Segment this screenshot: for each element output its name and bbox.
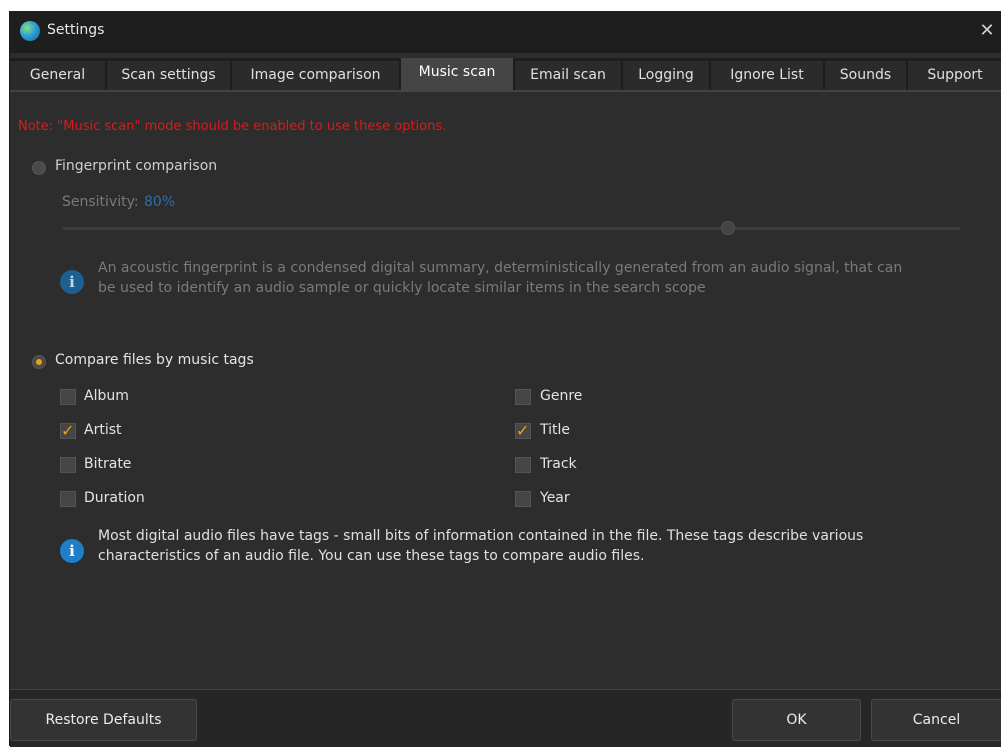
tab-support[interactable]: Support <box>908 61 1001 90</box>
fingerprint-label: Fingerprint comparison <box>55 158 218 174</box>
tags-info-text: Most digital audio files have tags - sma… <box>98 526 863 566</box>
note-text: Note: "Music scan" mode should be enable… <box>18 119 447 134</box>
close-icon[interactable]: ✕ <box>972 11 1001 53</box>
info-icon: i <box>60 539 84 563</box>
restore-defaults-button[interactable]: Restore Defaults <box>10 699 197 741</box>
sensitivity-slider-thumb[interactable] <box>721 221 735 235</box>
window-title: Settings <box>47 22 105 38</box>
sensitivity-value: 80% <box>144 194 176 210</box>
footer-bar: Restore Defaults OK Cancel <box>10 689 1001 747</box>
artist-label: Artist <box>84 422 122 438</box>
music-scan-panel: Note: "Music scan" mode should be enable… <box>10 92 1001 689</box>
sensitivity-label: Sensitivity: <box>62 194 139 210</box>
year-checkbox[interactable] <box>515 491 531 507</box>
cancel-button[interactable]: Cancel <box>871 699 1001 741</box>
album-label: Album <box>84 388 129 404</box>
artist-checkbox[interactable] <box>60 421 76 440</box>
app-globe-icon <box>20 21 40 41</box>
tab-scan-settings[interactable]: Scan settings <box>107 61 230 90</box>
bitrate-checkbox[interactable] <box>60 457 76 473</box>
tab-email-scan[interactable]: Email scan <box>515 61 621 90</box>
fingerprint-info-text: An acoustic fingerprint is a condensed d… <box>98 258 902 298</box>
tab-general[interactable]: General <box>10 61 105 90</box>
duration-checkbox[interactable] <box>60 491 76 507</box>
album-checkbox[interactable] <box>60 389 76 405</box>
info-icon: i <box>60 270 84 294</box>
ok-button[interactable]: OK <box>732 699 861 741</box>
track-checkbox[interactable] <box>515 457 531 473</box>
year-label: Year <box>540 490 570 506</box>
tab-music-scan[interactable]: Music scan <box>401 58 513 91</box>
tab-bar: General Scan settings Image comparison M… <box>10 58 1001 92</box>
sensitivity-slider-track[interactable] <box>62 227 960 230</box>
fingerprint-info-line-2: be used to identify an audio sample or q… <box>98 280 706 296</box>
tab-logging[interactable]: Logging <box>623 61 709 90</box>
tab-ignore-list[interactable]: Ignore List <box>711 61 823 90</box>
tags-info-line-1: Most digital audio files have tags - sma… <box>98 528 864 544</box>
track-label: Track <box>540 456 577 472</box>
fingerprint-info-line-1: An acoustic fingerprint is a condensed d… <box>98 260 903 276</box>
settings-window: Settings ✕ General Scan settings Image c… <box>9 11 1001 747</box>
tags-info-line-2: characteristics of an audio file. You ca… <box>98 548 645 564</box>
duration-label: Duration <box>84 490 145 506</box>
tab-image-comparison[interactable]: Image comparison <box>232 61 399 90</box>
bitrate-label: Bitrate <box>84 456 132 472</box>
tab-sounds[interactable]: Sounds <box>825 61 906 90</box>
fingerprint-radio[interactable] <box>32 161 46 175</box>
genre-label: Genre <box>540 388 583 404</box>
title-checkbox[interactable] <box>515 421 531 440</box>
title-bar: Settings ✕ <box>10 11 1001 53</box>
title-label: Title <box>540 422 571 438</box>
tags-radio[interactable] <box>32 355 46 369</box>
tags-label: Compare files by music tags <box>55 352 254 368</box>
genre-checkbox[interactable] <box>515 389 531 405</box>
